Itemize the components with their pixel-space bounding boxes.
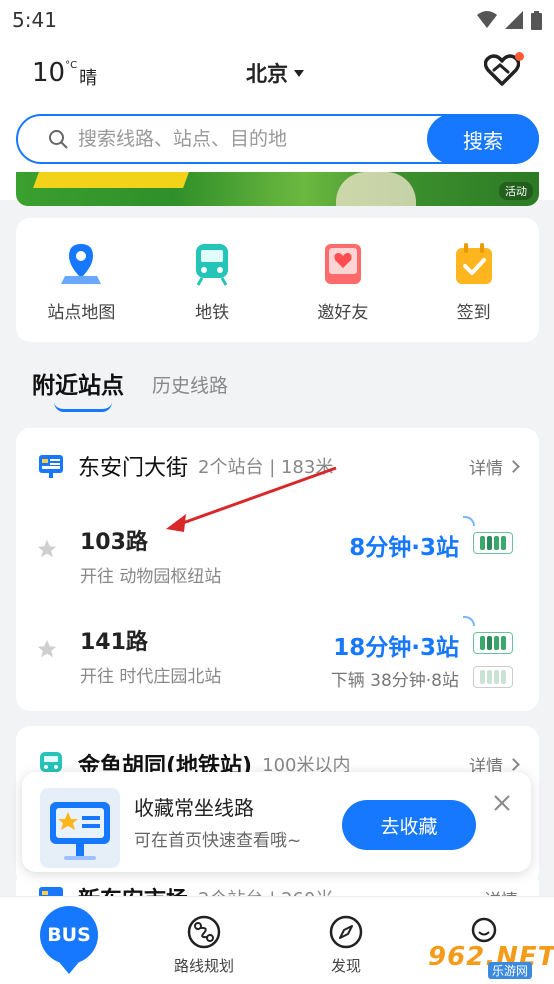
banner-image bbox=[336, 172, 416, 206]
favorite-routes-popup: 收藏常坐线路 可在首页快速查看哦~ 去收藏 bbox=[22, 772, 531, 872]
promo-banner[interactable]: 活动 bbox=[16, 172, 539, 206]
tab-bus[interactable]: BUS bbox=[40, 906, 98, 974]
quick-action-label: 签到 bbox=[456, 303, 491, 323]
star-icon[interactable] bbox=[36, 538, 58, 560]
city-name: 北京 bbox=[246, 62, 288, 86]
route-eta: 18分钟·3站 bbox=[333, 635, 459, 661]
tab-label: 路线规划 bbox=[173, 957, 234, 975]
map-pin-icon bbox=[59, 242, 103, 286]
quick-action-subway[interactable]: 地铁 bbox=[157, 242, 267, 342]
route-eta: 8分钟·3站 bbox=[349, 535, 459, 561]
chevron-right-icon bbox=[507, 757, 520, 771]
quick-actions: 站点地图 地铁 邀好友 签到 bbox=[16, 218, 539, 342]
route-row[interactable]: 141路 开往 时代庄园北站 18分钟·3站 下辆 38分钟·8站 bbox=[16, 604, 539, 694]
route-direction: 开往 动物园枢纽站 bbox=[80, 567, 222, 587]
crowd-level-icon bbox=[473, 632, 513, 654]
weather[interactable]: 10 °C 晴 bbox=[32, 58, 97, 90]
temperature: 10 bbox=[32, 58, 66, 88]
weather-condition: 晴 bbox=[79, 68, 98, 89]
battery-icon bbox=[531, 10, 542, 30]
status-time: 5:41 bbox=[12, 8, 57, 32]
route-direction: 开往 时代庄园北站 bbox=[80, 667, 222, 687]
favorite-illustration bbox=[40, 788, 120, 868]
search-bar[interactable]: 搜索 bbox=[16, 114, 539, 164]
route-name: 141路 bbox=[80, 630, 148, 655]
compass-icon bbox=[329, 915, 363, 949]
popup-title: 收藏常坐线路 bbox=[134, 796, 254, 820]
search-icon bbox=[49, 130, 68, 149]
quick-action-checkin[interactable]: 签到 bbox=[419, 242, 529, 342]
bus-stop-sign-icon bbox=[39, 455, 63, 478]
subway-icon bbox=[190, 242, 234, 286]
city-selector[interactable]: 北京 bbox=[246, 58, 304, 88]
station-detail-link[interactable]: 详情 bbox=[469, 454, 520, 479]
watermark-sub: 乐游网 bbox=[488, 962, 533, 979]
route-plan-icon bbox=[187, 915, 221, 949]
tab-route-plan[interactable]: 路线规划 bbox=[164, 915, 244, 976]
search-button[interactable]: 搜索 bbox=[427, 114, 539, 164]
realtime-signal-icon bbox=[463, 516, 475, 526]
star-icon[interactable] bbox=[36, 638, 58, 660]
close-icon[interactable] bbox=[493, 794, 511, 812]
station-name: 东安门大街 bbox=[78, 456, 189, 481]
crowd-level-icon bbox=[473, 666, 513, 688]
banner-tag: 活动 bbox=[499, 182, 533, 200]
tab-label: 附近站点 bbox=[32, 373, 124, 399]
tab-discover[interactable]: 发现 bbox=[306, 915, 386, 976]
banner-graphic bbox=[33, 172, 189, 188]
invite-heart-icon bbox=[321, 242, 365, 286]
quick-action-label: 邀好友 bbox=[317, 303, 369, 323]
status-bar: 5:41 bbox=[0, 0, 554, 40]
tab-label: 发现 bbox=[330, 957, 361, 975]
status-icons bbox=[477, 10, 542, 30]
station-meta: 2个站台 | 183米 bbox=[198, 457, 334, 478]
route-row[interactable]: 103路 开往 动物园枢纽站 8分钟·3站 bbox=[16, 504, 539, 594]
tab-underline bbox=[54, 402, 112, 412]
checkin-calendar-icon bbox=[452, 242, 496, 286]
quick-action-station-map[interactable]: 站点地图 bbox=[26, 242, 136, 342]
station-tabs: 附近站点 历史线路 bbox=[32, 366, 228, 412]
search-input[interactable] bbox=[78, 128, 408, 150]
notification-dot bbox=[515, 52, 524, 61]
signal-icon bbox=[505, 11, 523, 29]
heart-handshake-button[interactable] bbox=[483, 52, 524, 88]
detail-label: 详情 bbox=[469, 458, 503, 479]
heart-handshake-icon bbox=[483, 54, 521, 86]
crowd-level-icon bbox=[473, 532, 513, 554]
station-header[interactable]: 东安门大街 2个站台 | 183米 详情 bbox=[38, 450, 520, 482]
quick-action-label: 地铁 bbox=[195, 303, 230, 323]
tab-history-routes[interactable]: 历史线路 bbox=[152, 371, 228, 400]
wifi-icon bbox=[477, 11, 497, 28]
next-bus-info: 下辆 38分钟·8站 bbox=[330, 671, 459, 691]
realtime-signal-icon bbox=[463, 616, 475, 626]
go-favorite-button[interactable]: 去收藏 bbox=[342, 800, 476, 850]
route-name: 103路 bbox=[80, 530, 148, 555]
chevron-right-icon bbox=[507, 459, 520, 473]
tab-nearby-stations[interactable]: 附近站点 bbox=[32, 366, 124, 412]
quick-action-label: 站点地图 bbox=[47, 303, 116, 323]
quick-action-invite[interactable]: 邀好友 bbox=[288, 242, 398, 342]
degree-unit: °C bbox=[65, 60, 78, 71]
popup-subtitle: 可在首页快速查看哦~ bbox=[134, 831, 302, 851]
caret-down-icon bbox=[294, 69, 304, 77]
station-card: 东安门大街 2个站台 | 183米 详情 103路 开往 动物园枢纽站 8分钟·… bbox=[16, 428, 539, 711]
